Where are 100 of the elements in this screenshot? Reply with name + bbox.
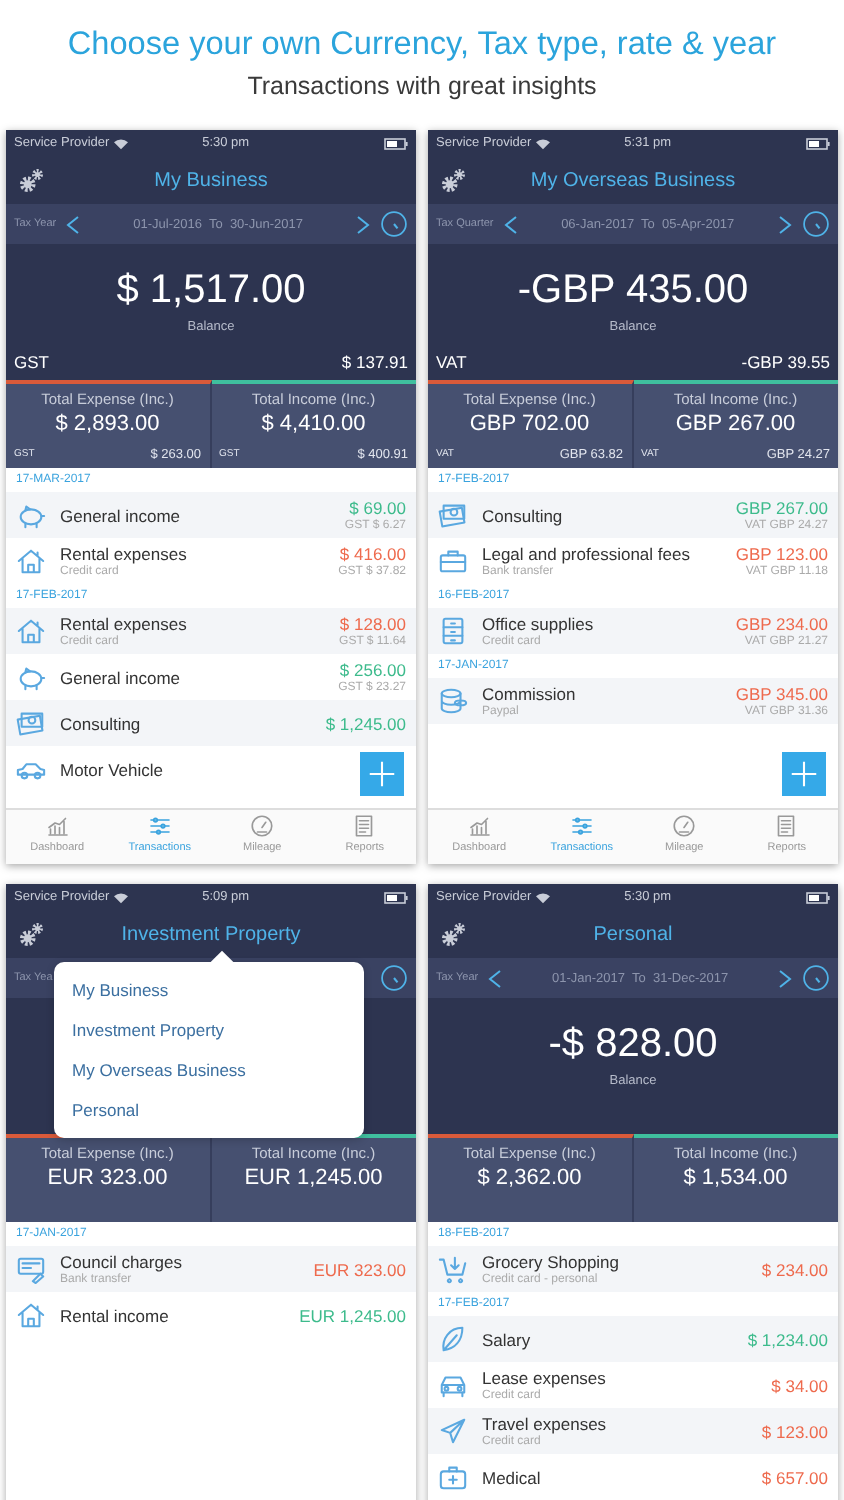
wifi-icon bbox=[535, 891, 550, 903]
transaction-name: Medical bbox=[482, 1467, 541, 1487]
tax-label: VAT bbox=[436, 352, 467, 372]
balance-amount: -$ 828.00 bbox=[548, 1022, 718, 1068]
settings-icon[interactable] bbox=[440, 921, 466, 947]
battery-icon bbox=[384, 891, 408, 903]
house-icon bbox=[16, 1300, 46, 1330]
transaction-name: General income bbox=[60, 667, 181, 687]
menu-item[interactable]: Personal bbox=[54, 1090, 364, 1130]
banknotes-icon bbox=[438, 500, 468, 530]
clock-icon[interactable] bbox=[802, 210, 830, 238]
transaction-amount: GBP 345.00 bbox=[735, 684, 828, 704]
leaf-icon bbox=[438, 1324, 468, 1354]
next-icon[interactable] bbox=[356, 215, 370, 233]
transaction-row[interactable]: Medical $ 657.00 bbox=[428, 1454, 838, 1500]
total-amount: GBP 267.00 bbox=[675, 412, 796, 436]
clock-icon[interactable] bbox=[380, 210, 408, 238]
transaction-row[interactable]: Salary $ 1,234.00 bbox=[428, 1316, 838, 1362]
piggy-bank-icon bbox=[16, 662, 46, 692]
transaction-amount: $ 1,234.00 bbox=[747, 1329, 828, 1349]
transaction-row[interactable]: Rental income EUR 1,245.00 bbox=[6, 1292, 416, 1338]
next-icon[interactable] bbox=[778, 215, 792, 233]
battery-icon bbox=[384, 137, 408, 149]
sliders-icon bbox=[147, 814, 172, 838]
menu-item[interactable]: My Overseas Business bbox=[54, 1050, 364, 1090]
transaction-amount: GBP 123.00 bbox=[735, 544, 828, 564]
transaction-name: Salary bbox=[482, 1329, 531, 1349]
total-amount: $ 4,410.00 bbox=[261, 412, 366, 436]
transaction-name: Rental expenses bbox=[60, 544, 187, 564]
next-icon[interactable] bbox=[778, 969, 792, 987]
clock-icon[interactable] bbox=[380, 964, 408, 992]
gauge-icon bbox=[250, 814, 275, 838]
total-amount: EUR 323.00 bbox=[47, 1166, 168, 1190]
document-icon bbox=[774, 814, 799, 838]
menu-item[interactable]: My Business bbox=[54, 970, 364, 1010]
banknotes-icon bbox=[16, 708, 46, 738]
medical-kit-icon bbox=[438, 1462, 468, 1492]
coins-icon bbox=[438, 686, 468, 716]
previous-icon[interactable] bbox=[488, 969, 503, 987]
settings-icon[interactable] bbox=[440, 167, 466, 193]
total-amount: $ 2,893.00 bbox=[55, 412, 160, 436]
transaction-amount: GBP 267.00 bbox=[735, 498, 828, 518]
transaction-amount: $ 416.00 bbox=[339, 544, 406, 564]
transaction-name: Office supplies bbox=[482, 614, 594, 634]
transaction-amount: EUR 323.00 bbox=[313, 1259, 406, 1279]
tax-amount: $ 137.91 bbox=[341, 352, 408, 372]
wifi-icon bbox=[113, 137, 128, 149]
transaction-name: Council charges bbox=[60, 1252, 182, 1272]
transaction-row[interactable]: Consulting $ 1,245.00 bbox=[6, 700, 416, 746]
sliders-icon bbox=[569, 814, 594, 838]
document-icon bbox=[352, 814, 377, 838]
wifi-icon bbox=[113, 891, 128, 903]
plus-icon bbox=[790, 760, 818, 788]
chart-icon bbox=[45, 814, 70, 838]
transaction-amount: $ 1,245.00 bbox=[325, 713, 406, 733]
cabinet-icon bbox=[438, 616, 468, 646]
transaction-name: General income bbox=[60, 505, 181, 525]
plane-icon bbox=[438, 1416, 468, 1446]
balance-amount: -GBP 435.00 bbox=[517, 268, 749, 314]
transaction-name: Rental expenses bbox=[60, 614, 187, 634]
transaction-name: Grocery Shopping bbox=[482, 1252, 620, 1272]
transaction-name: Commission bbox=[482, 684, 576, 704]
transaction-name: Motor Vehicle bbox=[60, 759, 163, 779]
settings-icon[interactable] bbox=[18, 167, 44, 193]
transaction-name: Consulting bbox=[60, 713, 141, 733]
house-icon bbox=[16, 546, 46, 576]
battery-icon bbox=[806, 137, 830, 149]
total-amount: $ 1,534.00 bbox=[683, 1166, 788, 1190]
transaction-amount: EUR 1,245.00 bbox=[299, 1305, 406, 1325]
cart-icon bbox=[438, 1254, 468, 1284]
previous-icon[interactable] bbox=[66, 215, 81, 233]
house-icon bbox=[16, 616, 46, 646]
subheadline: Transactions with great insights bbox=[247, 71, 597, 99]
car-icon bbox=[438, 1370, 468, 1400]
settings-icon[interactable] bbox=[18, 921, 44, 947]
menu-item[interactable]: Investment Property bbox=[54, 1010, 364, 1050]
transaction-amount: $ 69.00 bbox=[349, 498, 406, 518]
total-amount: GBP 702.00 bbox=[469, 412, 590, 436]
plus-icon bbox=[368, 760, 396, 788]
transaction-name: Consulting bbox=[482, 505, 563, 525]
transaction-amount: $ 657.00 bbox=[761, 1467, 828, 1487]
wifi-icon bbox=[535, 137, 550, 149]
chart-icon bbox=[467, 814, 492, 838]
transaction-amount: $ 234.00 bbox=[761, 1259, 828, 1279]
clock-icon[interactable] bbox=[802, 964, 830, 992]
transaction-name: Travel expenses bbox=[482, 1414, 607, 1434]
piggy-bank-icon bbox=[16, 500, 46, 530]
transaction-amount: $ 256.00 bbox=[339, 660, 406, 680]
gauge-icon bbox=[672, 814, 697, 838]
briefcase-icon bbox=[438, 546, 468, 576]
transaction-amount: $ 123.00 bbox=[761, 1421, 828, 1441]
total-amount: EUR 1,245.00 bbox=[244, 1166, 383, 1190]
add-button[interactable] bbox=[782, 752, 826, 796]
add-button[interactable] bbox=[360, 752, 404, 796]
transaction-name: Legal and professional fees bbox=[482, 544, 690, 564]
bill-icon bbox=[16, 1254, 46, 1284]
previous-icon[interactable] bbox=[503, 215, 518, 233]
headline: Choose your own Currency, Tax type, rate & year bbox=[67, 25, 777, 63]
transaction-amount: $ 128.00 bbox=[339, 614, 406, 634]
transaction-row[interactable]: Motor Vehicle bbox=[6, 746, 416, 792]
